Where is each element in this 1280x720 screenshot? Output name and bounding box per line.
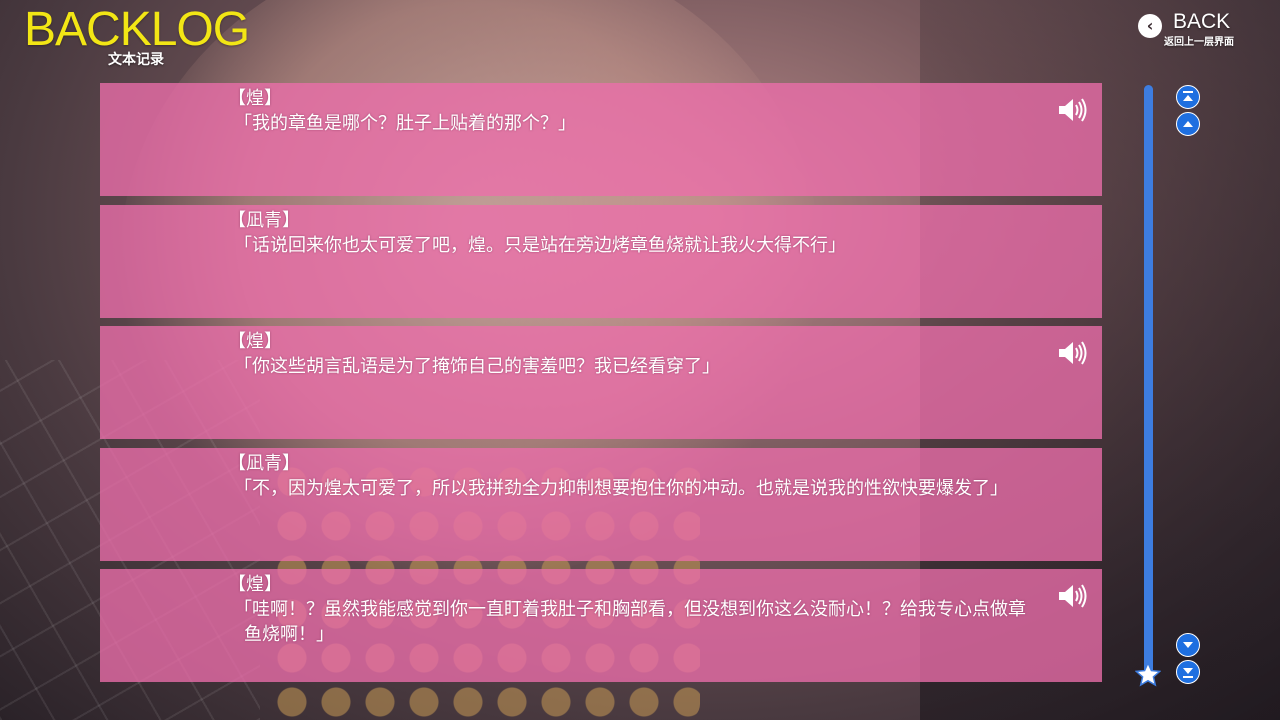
star-icon[interactable]	[1134, 661, 1162, 688]
chevron-up-icon[interactable]	[1176, 112, 1200, 136]
dialogue-text: 「我的章鱼是哪个？肚子上贴着的那个？」	[234, 113, 576, 134]
log-entry[interactable]: 【煌】 「你这些胡言乱语是为了掩饰自己的害羞吧？我已经看穿了」	[100, 326, 1102, 439]
dialogue-text: 「不，因为煌太可爱了，所以我拼劲全力抑制想要抱住你的冲动。也就是说我的性欲快要爆…	[234, 477, 1008, 499]
back-button[interactable]: ‹ BACK 返回上一层界面	[1138, 10, 1248, 50]
speaker-icon[interactable]	[1057, 340, 1089, 366]
dialogue-text: 「你这些胡言乱语是为了掩饰自己的害羞吧？我已经看穿了」	[234, 356, 720, 377]
speaker-name: 【煌】	[228, 331, 282, 352]
chevron-down-icon[interactable]	[1176, 633, 1200, 657]
speaker-name: 【凪青】	[228, 209, 300, 231]
speaker-name: 【煌】	[228, 88, 282, 109]
backlog-list: 【煌】 「我的章鱼是哪个？肚子上贴着的那个？」 【凪青】 「话说回来你也太可爱了…	[100, 83, 1102, 691]
log-entry[interactable]: 【煌】 「哇啊！？虽然我能感觉到你一直盯着我肚子和胸部看，但没想到你这么没耐心！…	[100, 569, 1102, 682]
log-entry[interactable]: 【煌】 「我的章鱼是哪个？肚子上贴着的那个？」	[100, 83, 1102, 196]
dialogue-text: 「话说回来你也太可爱了吧，煌。只是站在旁边烤章鱼烧就让我火大得不行」	[234, 234, 846, 256]
back-button-label: BACK	[1173, 10, 1231, 33]
dialogue-text: 「哇啊！？虽然我能感觉到你一直盯着我肚子和胸部看，但没想到你这么没耐心！？给我专…	[234, 599, 1026, 645]
speaker-icon[interactable]	[1057, 97, 1089, 123]
double-chevron-down-icon[interactable]	[1176, 660, 1200, 684]
back-button-sublabel: 返回上一层界面	[1164, 37, 1234, 48]
speaker-icon[interactable]	[1057, 583, 1089, 609]
speaker-name: 【凪青】	[228, 452, 300, 474]
page-subtitle: 文本记录	[108, 52, 164, 68]
double-chevron-up-icon[interactable]	[1176, 85, 1200, 109]
log-entry[interactable]: 【凪青】 「不，因为煌太可爱了，所以我拼劲全力抑制想要抱住你的冲动。也就是说我的…	[100, 447, 1102, 561]
log-entry[interactable]: 【凪青】 「话说回来你也太可爱了吧，煌。只是站在旁边烤章鱼烧就让我火大得不行」	[100, 204, 1102, 318]
speaker-name: 【煌】	[228, 574, 282, 595]
chevron-left-icon: ‹	[1138, 14, 1162, 38]
scrollbar-track[interactable]	[1144, 85, 1153, 677]
